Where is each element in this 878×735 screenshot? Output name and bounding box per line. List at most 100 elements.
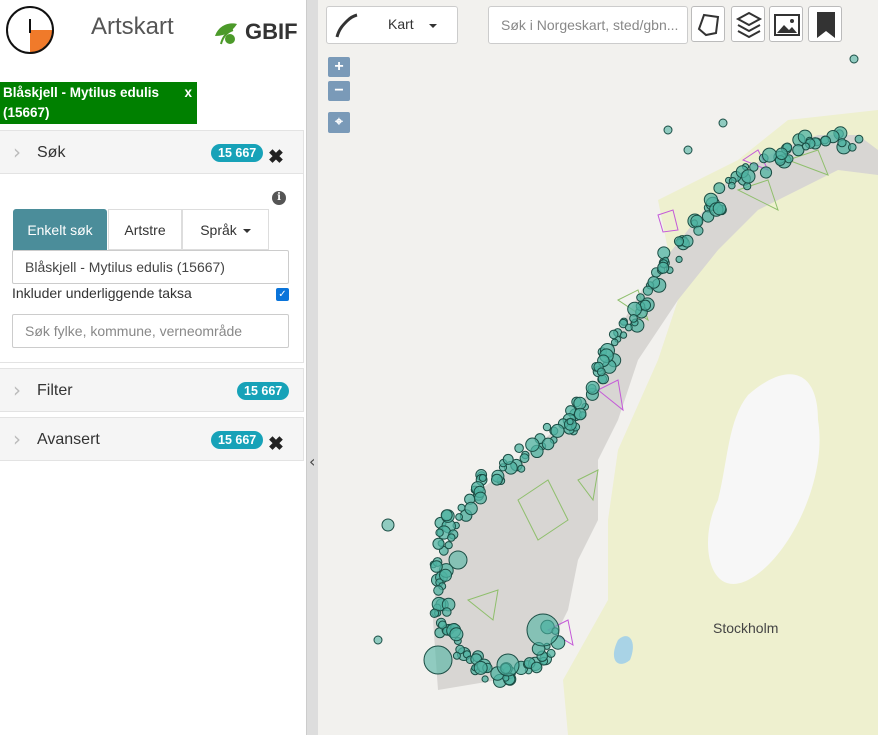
panel-sok-header[interactable]: › Søk 15 667 ✖ [0,130,304,174]
occurrence-point[interactable] [455,513,464,521]
layers-button[interactable] [731,6,765,42]
occurrence-point[interactable] [627,301,643,317]
occurrence-point[interactable] [585,380,600,395]
occurrence-point[interactable] [573,407,587,421]
close-icon[interactable]: ✖ [268,148,284,168]
occurrence-point[interactable] [550,423,565,438]
occurrence-point[interactable] [430,560,443,573]
occurrence-point[interactable] [624,323,633,332]
tab-enkelt-sok[interactable]: Enkelt søk [13,209,107,250]
occurrence-point[interactable] [775,147,789,161]
occurrence-point[interactable] [837,138,847,148]
gbif-logo[interactable]: GBIF [211,14,298,48]
zoom-in-button[interactable]: + [328,57,350,77]
occurrence-point[interactable] [452,651,461,660]
close-icon[interactable]: ✖ [268,435,284,455]
occurrence-point[interactable] [381,518,395,532]
area-search-input[interactable]: Søk fylke, kommune, verneområde [12,314,289,348]
occurrence-point[interactable] [566,418,574,426]
occurrence-point[interactable] [440,509,453,522]
occurrence-point[interactable] [444,541,453,550]
panel-filter-header[interactable]: › Filter 15 667 [0,368,304,412]
zoom-out-button[interactable]: − [328,81,350,101]
occurrence-point[interactable] [429,608,440,618]
occurrence-point[interactable] [642,285,653,296]
species-search-field[interactable]: Blåskjell - Mytilus edulis (15667) [12,250,289,284]
occurrence-point[interactable] [713,182,726,195]
occurrence-point[interactable] [741,169,756,184]
occurrence-point[interactable] [478,474,487,482]
occurrence-point[interactable] [718,118,728,128]
occurrence-point[interactable] [448,550,468,570]
occurrence-point[interactable] [473,660,488,675]
occurrence-point[interactable] [629,314,638,323]
occurrence-point[interactable] [491,473,503,486]
collapse-arrow-icon[interactable]: ‹ [309,452,315,471]
occurrence-point[interactable] [657,246,671,260]
occurrence-point[interactable] [457,503,466,512]
sidebar-divider[interactable]: ‹ [306,0,318,735]
occurrence-point[interactable] [848,143,857,152]
occurrence-point[interactable] [619,331,628,339]
info-icon[interactable]: i [272,191,286,205]
occurrence-point[interactable] [435,528,444,537]
occurrence-point[interactable] [854,134,864,144]
logo-icon[interactable] [5,5,56,55]
occurrence-point[interactable] [690,214,704,228]
basemap-label: Kart [388,16,414,32]
image-button[interactable] [769,6,803,42]
occurrence-point[interactable] [449,627,464,642]
occurrence-point[interactable] [759,166,773,179]
occurrence-point[interactable] [423,645,453,675]
occurrence-point[interactable] [573,396,587,410]
occurrence-point[interactable] [675,255,683,263]
occurrence-point[interactable] [762,147,777,163]
occurrence-point[interactable] [525,437,540,452]
occurrence-point[interactable] [673,236,685,247]
occurrence-point[interactable] [502,453,514,465]
chevron-right-icon: › [13,427,21,451]
occurrence-point[interactable] [712,201,727,216]
occurrence-point[interactable] [542,422,552,432]
occurrence-point[interactable] [526,613,560,647]
bookmark-button[interactable] [808,6,842,42]
occurrence-point[interactable] [474,491,487,505]
occurrence-point[interactable] [373,635,383,645]
occurrence-point[interactable] [801,142,810,151]
occurrence-point[interactable] [442,607,452,617]
occurrence-point[interactable] [663,125,673,135]
occurrence-point[interactable] [541,437,555,451]
tab-sprak[interactable]: Språk [182,209,269,250]
occurrence-point[interactable] [743,182,752,191]
occurrence-point[interactable] [610,338,619,347]
occurrence-point[interactable] [447,533,456,542]
occurrence-point[interactable] [596,367,606,377]
occurrence-point[interactable] [514,443,524,454]
tab-artstre[interactable]: Artstre [108,209,182,250]
occurrence-point[interactable] [820,135,832,147]
occurrence-point[interactable] [546,648,556,658]
map-search-input[interactable]: Søk i Norgeskart, sted/gbn... [488,6,688,44]
occurrence-point[interactable] [464,501,478,516]
checkbox-icon[interactable]: ✓ [276,288,289,301]
locate-icon[interactable]: ⌖ [328,112,350,133]
occurrence-point[interactable] [657,261,670,274]
occurrence-point[interactable] [519,453,530,464]
occurrence-point[interactable] [481,675,489,683]
occurrence-point[interactable] [433,585,444,596]
panel-avansert-title: Avansert [37,431,100,448]
occurrence-point[interactable] [849,54,859,64]
polygon-draw-button[interactable] [691,6,725,42]
occurrence-point[interactable] [517,464,526,473]
remove-species-button[interactable]: x [184,83,192,103]
occurrence-point[interactable] [496,653,520,677]
sidebar: Artskart GBIF Blåskjell - Mytilus edulis… [0,0,306,735]
occurrence-point[interactable] [608,329,619,340]
basemap-selector[interactable]: Kart [326,6,458,44]
occurrence-point[interactable] [432,537,445,550]
panel-avansert-header[interactable]: › Avansert 15 667 ✖ [0,417,304,461]
occurrence-point[interactable] [728,181,736,190]
occurrence-point[interactable] [683,145,693,155]
occurrence-point[interactable] [693,225,704,236]
map-view[interactable] [318,0,878,735]
